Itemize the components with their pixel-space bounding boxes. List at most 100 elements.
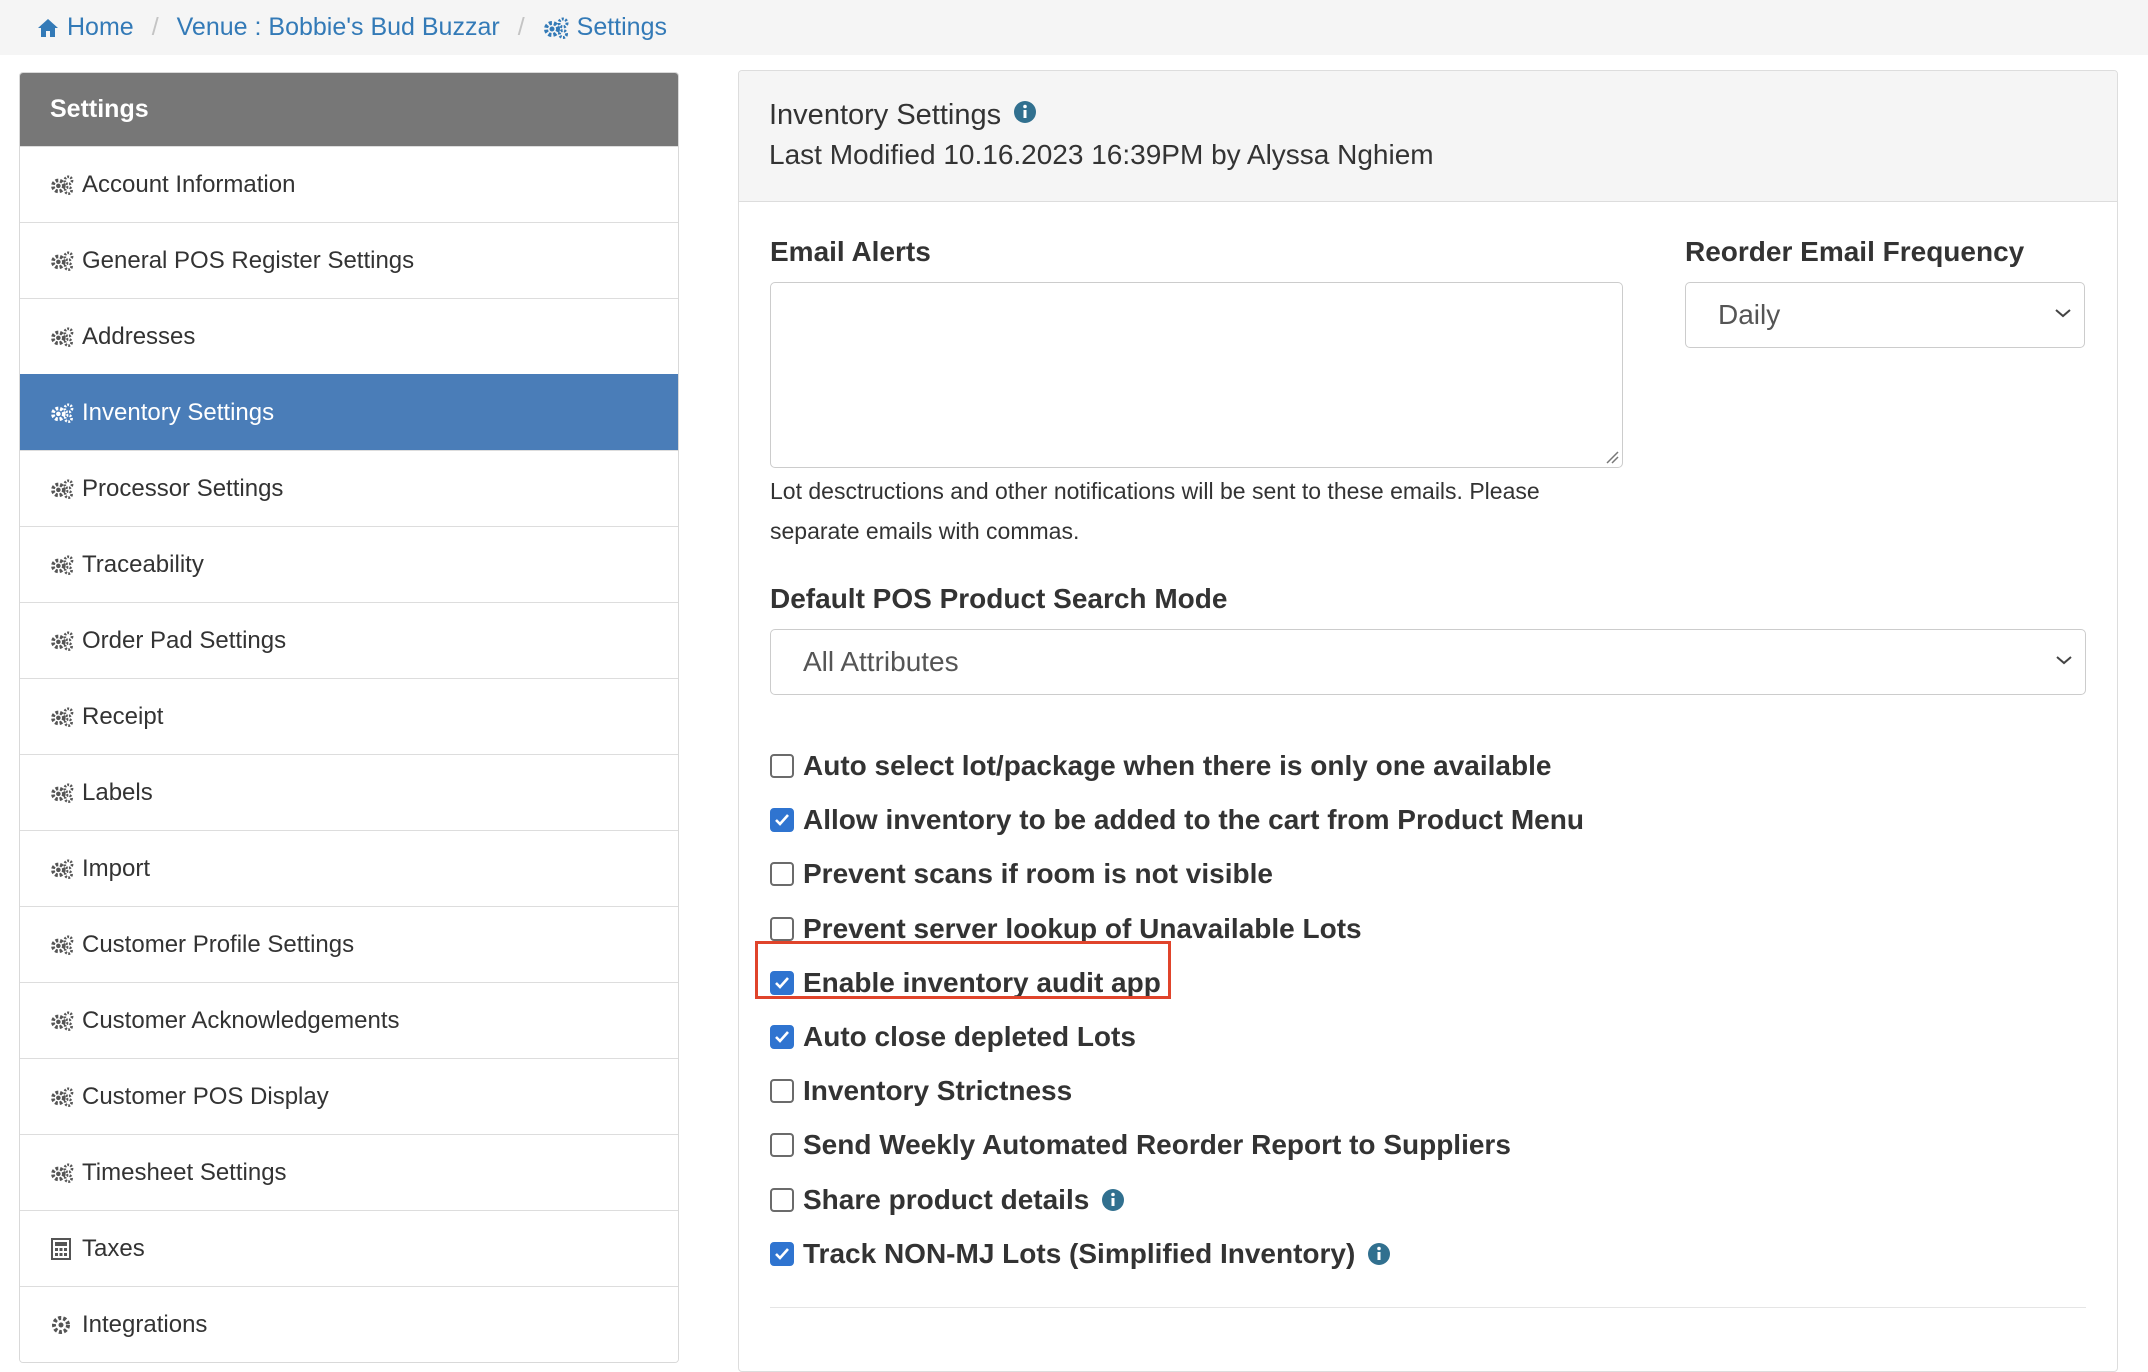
sidebar-item-labels[interactable]: Labels <box>20 754 678 830</box>
gear-icon <box>50 1314 76 1336</box>
panel-heading: Inventory Settings Last Modified 10.16.2… <box>739 71 2117 202</box>
checkbox-label: Auto close depleted Lots <box>803 1021 1136 1052</box>
gears-icon <box>50 858 76 880</box>
checkmark-icon <box>775 1247 789 1260</box>
sidebar-item-label: Account Information <box>82 170 296 198</box>
sidebar-item-account-information[interactable]: Account Information <box>20 146 678 222</box>
sidebar-item-customer-profile-settings[interactable]: Customer Profile Settings <box>20 906 678 982</box>
checkbox-row[interactable]: Track NON-MJ Lots (Simplified Inventory) <box>770 1234 1391 1274</box>
checkbox-label: Auto select lot/package when there is on… <box>803 750 1552 781</box>
info-icon[interactable] <box>1101 1188 1125 1212</box>
info-icon[interactable] <box>1367 1242 1391 1266</box>
sidebar-item-taxes[interactable]: Taxes <box>20 1210 678 1286</box>
checkbox-label: Share product details <box>803 1183 1090 1215</box>
breadcrumb-separator: / <box>517 13 525 41</box>
sidebar-item-label: Customer POS Display <box>82 1082 329 1110</box>
sidebar-item-label: Import <box>82 854 151 882</box>
checkbox-row[interactable]: Share product details <box>770 1180 1125 1220</box>
checkbox-checked[interactable] <box>770 1241 794 1266</box>
checkbox-row[interactable]: Send Weekly Automated Reorder Report to … <box>770 1125 1511 1165</box>
sidebar-item-label: Addresses <box>82 322 196 350</box>
gears-icon <box>543 17 569 39</box>
reorder-frequency-value: Daily <box>1718 299 1781 330</box>
checkbox-unchecked[interactable] <box>770 1133 794 1158</box>
gears-icon <box>50 934 76 956</box>
checkbox-row[interactable]: Auto close depleted Lots <box>770 1017 1136 1057</box>
sidebar-item-label: Receipt <box>82 702 164 730</box>
sidebar-item-label: Order Pad Settings <box>82 626 287 654</box>
gears-icon <box>50 782 76 804</box>
sidebar-item-label: Timesheet Settings <box>82 1158 287 1186</box>
sidebar-header: Settings <box>20 73 678 146</box>
chevron-down-icon <box>2056 656 2072 665</box>
sidebar-item-label: Traceability <box>82 550 204 578</box>
checkmark-icon <box>775 814 789 827</box>
gears-icon <box>50 630 76 652</box>
gears-icon <box>50 250 76 272</box>
sidebar-item-label: Customer Profile Settings <box>82 930 355 958</box>
checkbox-label: Prevent server lookup of Unavailable Lot… <box>803 912 1362 944</box>
sidebar-item-import[interactable]: Import <box>20 830 678 906</box>
breadcrumb-settings-link[interactable]: Settings <box>543 13 667 42</box>
sidebar-item-addresses[interactable]: Addresses <box>20 298 678 374</box>
highlight-annotation <box>755 941 1171 999</box>
breadcrumb-home-label: Home <box>67 13 134 41</box>
breadcrumb-venue-link[interactable]: Venue : Bobbie's Bud Buzzar <box>177 13 500 42</box>
divider <box>770 1307 2086 1308</box>
breadcrumb-home-link[interactable]: Home <box>37 13 134 42</box>
checkbox-label: Track NON-MJ Lots (Simplified Inventory) <box>803 1237 1356 1269</box>
search-mode-label: Default POS Product Search Mode <box>770 583 1228 614</box>
email-alerts-help-text: Lot desctructions and other notification… <box>770 478 1540 544</box>
breadcrumb-settings-label: Settings <box>576 13 667 41</box>
last-modified-text: Last Modified 10.16.2023 16:39PM by Alys… <box>769 139 1434 170</box>
sidebar-item-label: Labels <box>82 778 153 806</box>
sidebar-item-customer-pos-display[interactable]: Customer POS Display <box>20 1058 678 1134</box>
search-mode-select[interactable]: All Attributes <box>770 629 2086 695</box>
checkbox-row[interactable]: Allow inventory to be added to the cart … <box>770 800 1584 840</box>
checkbox-unchecked[interactable] <box>770 1187 794 1212</box>
search-mode-value: All Attributes <box>803 646 959 677</box>
checkbox-label: Allow inventory to be added to the cart … <box>803 804 1584 836</box>
checkbox-label: Inventory Strictness <box>803 1075 1073 1107</box>
info-icon[interactable] <box>1013 99 1037 132</box>
checkbox-row[interactable]: Inventory Strictness <box>770 1071 1072 1111</box>
sidebar-item-label: Taxes <box>82 1234 145 1262</box>
email-alerts-textarea[interactable] <box>770 282 1623 468</box>
breadcrumb-separator: / <box>151 13 159 41</box>
sidebar-item-integrations[interactable]: Integrations <box>20 1286 678 1362</box>
sidebar-item-timesheet-settings[interactable]: Timesheet Settings <box>20 1134 678 1210</box>
gears-icon <box>50 1162 76 1184</box>
checkbox-label: Prevent scans if room is not visible <box>803 858 1273 890</box>
checkbox-unchecked[interactable] <box>770 1079 794 1104</box>
gears-icon <box>50 554 76 576</box>
gears-icon <box>50 326 76 348</box>
breadcrumb: Home / Venue : Bobbie's Bud Buzzar / Set… <box>0 0 2148 55</box>
gears-icon <box>50 174 76 196</box>
home-icon <box>38 18 58 37</box>
sidebar-item-receipt[interactable]: Receipt <box>20 678 678 754</box>
checkbox-unchecked[interactable] <box>770 754 794 778</box>
sidebar-item-customer-acknowledgements[interactable]: Customer Acknowledgements <box>20 982 678 1058</box>
checkbox-checked[interactable] <box>770 1025 794 1049</box>
checkbox-checked[interactable] <box>770 808 794 833</box>
checkbox-unchecked[interactable] <box>770 916 794 941</box>
checkbox-unchecked[interactable] <box>770 862 794 887</box>
gears-icon <box>50 1086 76 1108</box>
checkbox-row[interactable]: Prevent scans if room is not visible <box>770 854 1273 894</box>
sidebar-item-label: Inventory Settings <box>82 398 275 426</box>
gears-icon <box>50 478 76 500</box>
checkmark-icon <box>775 1031 789 1043</box>
sidebar-item-traceability[interactable]: Traceability <box>20 526 678 602</box>
sidebar-item-order-pad-settings[interactable]: Order Pad Settings <box>20 602 678 678</box>
sidebar-item-general-pos-register-settings[interactable]: General POS Register Settings <box>20 222 678 298</box>
sidebar-item-inventory-settings[interactable]: Inventory Settings <box>20 374 678 450</box>
resize-grip-icon[interactable] <box>1605 450 1619 464</box>
checkbox-row[interactable]: Auto select lot/package when there is on… <box>770 746 1551 786</box>
reorder-frequency-select[interactable]: Daily <box>1685 282 2085 348</box>
sidebar-item-label: General POS Register Settings <box>82 246 415 274</box>
sidebar-item-label: Processor Settings <box>82 474 284 502</box>
sidebar-item-label: Customer Acknowledgements <box>82 1006 400 1034</box>
calculator-icon <box>50 1237 76 1260</box>
email-alerts-label: Email Alerts <box>770 236 931 267</box>
sidebar-item-processor-settings[interactable]: Processor Settings <box>20 450 678 526</box>
